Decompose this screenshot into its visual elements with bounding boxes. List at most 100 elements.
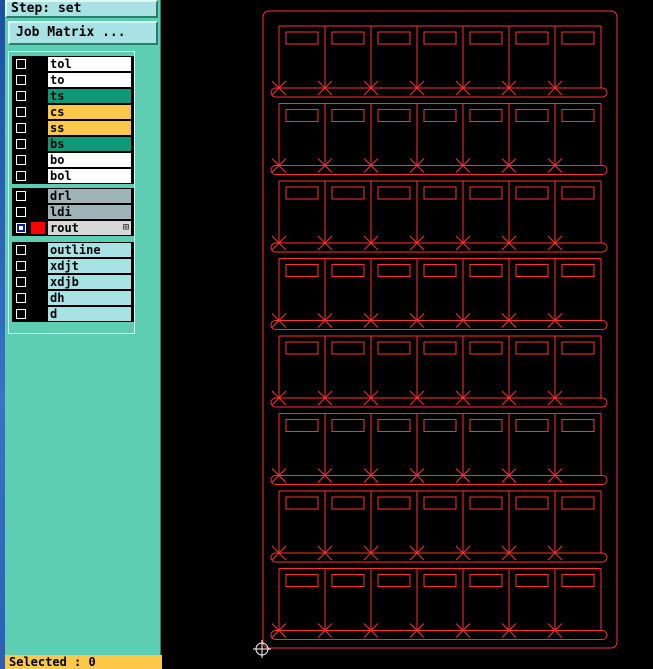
layer-name[interactable]: d [48,307,131,321]
layer-checkbox[interactable] [16,139,26,149]
layer-name-text: ts [50,89,65,103]
board-slot [285,574,319,587]
layer-row-bol[interactable]: bol [12,168,134,184]
layer-name[interactable]: cs [48,105,131,119]
board-slot [331,419,365,432]
board-slot [285,31,319,45]
board-slot [285,496,319,510]
graphic-canvas[interactable] [161,0,653,669]
layer-color-swatch[interactable] [31,222,45,234]
layer-checkbox[interactable] [16,59,26,69]
step-label: Step: set [5,0,158,18]
layer-name-text: tol [50,57,72,71]
layer-row-tol[interactable]: tol [12,56,134,72]
layer-checkbox[interactable] [16,107,26,117]
board-slot [423,419,457,432]
board-slot [561,31,595,45]
layer-name-text: ss [50,121,65,135]
layer-checkbox[interactable] [16,191,26,201]
board-slot [377,109,411,122]
board-slot [423,109,457,122]
board-slot [561,341,595,355]
layer-name[interactable]: to [48,73,131,87]
layer-row-outline[interactable]: outline [12,242,134,258]
layer-name[interactable]: dh [48,291,131,305]
layer-checkbox[interactable] [16,277,26,287]
board-slot [423,574,457,587]
board-slot [331,186,365,200]
layer-group-drill: drl ldi rout ⊞ [12,188,134,236]
layer-row-ss[interactable]: ss [12,120,134,136]
board-slot [515,419,549,432]
layer-checkbox[interactable] [16,171,26,181]
layer-name-text: bol [50,169,72,183]
job-matrix-button[interactable]: Job Matrix ... [8,21,158,45]
layer-name[interactable]: rout ⊞ [48,221,131,235]
layer-checkbox[interactable] [16,123,26,133]
layer-checkbox[interactable] [16,245,26,255]
layer-checkbox[interactable] [16,261,26,271]
layer-row-ts[interactable]: ts [12,88,134,104]
board-slot [469,574,503,587]
board-slot [561,186,595,200]
layer-group-misc: outline xdjt xdjb dh d [12,242,134,322]
board-slot [515,341,549,355]
layer-row-drl[interactable]: drl [12,188,134,204]
board-slot [377,341,411,355]
layer-row-xdjt[interactable]: xdjt [12,258,134,274]
layer-name[interactable]: xdjb [48,275,131,289]
board-slot [515,574,549,587]
layer-row-rout[interactable]: rout ⊞ [12,220,134,236]
board-slot [285,419,319,432]
board-slot [423,31,457,45]
board-slot [377,264,411,277]
layer-name-text: xdjb [50,275,79,289]
board-slot [561,574,595,587]
board-slot [469,109,503,122]
layer-row-xdjb[interactable]: xdjb [12,274,134,290]
layer-row-d[interactable]: d [12,306,134,322]
board-slot [377,31,411,45]
layer-checkbox[interactable] [16,309,26,319]
layer-name[interactable]: bol [48,169,131,183]
layer-name-text: bo [50,153,65,167]
layer-checkbox[interactable] [16,91,26,101]
layer-group-board: tol to ts cs ss bs bo bol [12,56,134,184]
layer-checkbox[interactable] [16,293,26,303]
board-slot [515,109,549,122]
board-slot [331,31,365,45]
layer-row-bo[interactable]: bo [12,152,134,168]
board-slot [331,341,365,355]
layer-name-text: rout [50,221,79,235]
layer-row-dh[interactable]: dh [12,290,134,306]
board-slot [515,186,549,200]
layer-name[interactable]: ldi [48,205,131,219]
layer-name-text: ldi [50,205,72,219]
board-slot [377,186,411,200]
layer-row-to[interactable]: to [12,72,134,88]
layer-name[interactable]: bs [48,137,131,151]
layer-checkbox[interactable] [16,223,26,233]
board-slot [515,264,549,277]
layer-name[interactable]: drl [48,189,131,203]
layer-checkbox[interactable] [16,207,26,217]
board-slot [469,186,503,200]
layer-name[interactable]: tol [48,57,131,71]
layer-name[interactable]: outline [48,243,131,257]
layer-name[interactable]: bo [48,153,131,167]
layer-row-bs[interactable]: bs [12,136,134,152]
layer-name[interactable]: ts [48,89,131,103]
layer-panel: Step: set Job Matrix ... tol to ts cs ss bs bo… [5,0,162,669]
board-slot [561,419,595,432]
layer-row-ldi[interactable]: ldi [12,204,134,220]
layer-name[interactable]: ss [48,121,131,135]
layer-checkbox[interactable] [16,155,26,165]
layer-checkbox[interactable] [16,75,26,85]
board-slot [469,264,503,277]
layer-list: tol to ts cs ss bs bo bol drl ldi rout ⊞ outline xd… [8,51,135,334]
board-slot [423,264,457,277]
board-slot [469,31,503,45]
layer-name[interactable]: xdjt [48,259,131,273]
layer-row-cs[interactable]: cs [12,104,134,120]
board-slot [331,264,365,277]
